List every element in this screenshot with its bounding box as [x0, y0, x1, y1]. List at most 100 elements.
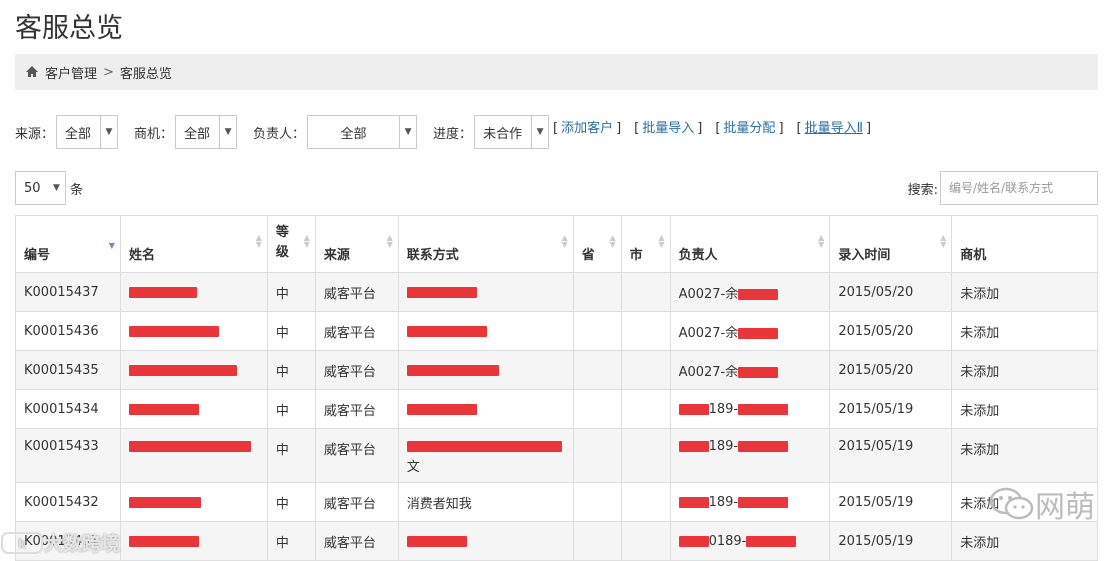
column-header[interactable]: 录入时间 ▲ ▼	[829, 215, 953, 273]
cell-source: 威客平台	[314, 350, 399, 390]
redacted-owner-name	[738, 366, 779, 378]
column-header[interactable]: 省 ▲ ▼	[572, 215, 622, 273]
column-header-label: 等级	[275, 225, 289, 260]
cell-contact	[397, 272, 574, 312]
batch-assign-link[interactable]: 批量分配	[723, 121, 775, 136]
search-label: 搜索:	[907, 182, 938, 198]
table-row[interactable]: K00015437 中威客平台 A0027-余 2015/05/20 未添加	[15, 272, 1098, 312]
table-row[interactable]: K00015433 中威客平台文 189- 2015/05/19 未添加	[15, 428, 1098, 483]
cell-city	[620, 272, 671, 312]
progress-filter-label: 进度：	[433, 126, 473, 142]
cell-owner: 189-	[669, 428, 831, 483]
cell-name	[119, 389, 268, 429]
chevron-down-icon: ▼	[219, 116, 236, 148]
cell-owner: 189-	[669, 482, 831, 522]
owner-select[interactable]: 全部 ▼	[307, 115, 418, 149]
column-header-label: 录入时间	[838, 248, 891, 263]
column-header-label: 省	[581, 248, 595, 263]
cell-id: K00015435	[15, 350, 121, 390]
redacted-owner-name	[746, 535, 797, 547]
add-customer-link[interactable]: 添加客户	[561, 121, 613, 136]
owner-filter-label: 负责人：	[253, 126, 306, 142]
opportunity-select-value: 全部	[184, 126, 211, 142]
breadcrumb-separator: >	[103, 64, 114, 80]
wechat-icon	[989, 487, 1034, 520]
chevron-down-icon: ▼	[53, 183, 60, 193]
chevron-down-icon: ▼	[531, 116, 548, 148]
cell-date: 2015/05/19	[829, 428, 953, 483]
source-select-value: 全部	[65, 126, 92, 142]
opportunity-select[interactable]: 全部 ▼	[175, 115, 238, 149]
cell-level: 中	[266, 428, 316, 483]
table-row[interactable]: K00015435 中威客平台 A0027-余 2015/05/20 未添加	[15, 350, 1098, 390]
batch-import-link[interactable]: 批量导入	[642, 121, 694, 136]
redacted-owner-prefix	[678, 441, 709, 452]
home-icon[interactable]	[25, 65, 39, 79]
column-header[interactable]: 联系方式 ▲ ▼	[397, 215, 574, 273]
redacted-contact	[406, 325, 487, 337]
table-row[interactable]: K00015434 中威客平台 189- 2015/05/19 未添加	[15, 389, 1098, 429]
owner-text: 189-	[708, 439, 739, 454]
redacted-owner-prefix	[678, 403, 709, 415]
action-links: [添加客户] [批量导入] [批量分配] [批量导入Ⅱ]	[553, 117, 884, 136]
column-header[interactable]: 市 ▲ ▼	[620, 215, 671, 273]
breadcrumb-item-customers[interactable]: 客户管理	[45, 63, 97, 82]
owner-text: A0027-余	[678, 364, 739, 380]
cell-date: 2015/05/19	[829, 482, 953, 522]
cell-name	[119, 482, 268, 522]
column-header[interactable]: 编号 ▼	[15, 215, 121, 273]
cell-province	[572, 311, 622, 351]
owner-text: A0027-余	[678, 325, 739, 341]
table-row[interactable]: K00015436 中威客平台 A0027-余 2015/05/20 未添加	[15, 311, 1098, 351]
cell-level: 中	[266, 521, 316, 561]
search-area: 搜索:	[908, 171, 1098, 205]
column-header[interactable]: 等级 ▲ ▼	[266, 215, 316, 273]
table-row[interactable]: K00015432 中威客平台 消费者知我 189- 2015/05/19 未添加	[15, 482, 1098, 522]
cell-id: K00015432	[15, 482, 121, 522]
breadcrumb: 客户管理 > 客服总览	[15, 54, 1098, 90]
cell-contact: 文	[397, 428, 574, 483]
cell-city	[620, 389, 671, 429]
cell-owner: A0027-余	[669, 272, 831, 312]
column-header-label: 姓名	[128, 248, 155, 263]
cell-source: 威客平台	[314, 521, 399, 561]
owner-text: A0027-余	[678, 286, 739, 302]
cell-date: 2015/05/20	[829, 311, 953, 351]
column-header[interactable]: 来源 ▲ ▼	[314, 215, 399, 273]
cell-source: 威客平台	[314, 272, 399, 312]
redacted-contact	[406, 286, 477, 298]
cell-source: 威客平台	[314, 389, 399, 429]
cell-owner: A0027-余	[669, 311, 831, 351]
chevron-down-icon: ▼	[100, 116, 117, 148]
cell-id: K00015433	[15, 428, 121, 483]
brand-logo-icon: k	[1, 531, 43, 554]
source-select[interactable]: 全部 ▼	[56, 115, 119, 149]
page-size-value: 50	[24, 180, 41, 196]
column-header-label: 市	[629, 248, 643, 263]
cell-date: 2015/05/20	[829, 350, 953, 390]
sort-icon: ▲ ▼	[255, 233, 262, 249]
page-size-select[interactable]: 50 ▼	[15, 171, 66, 205]
watermark-right-text: 网萌	[1035, 490, 1095, 525]
batch-import-2-link[interactable]: 批量导入Ⅱ	[805, 121, 863, 136]
page-size-unit: 条	[70, 182, 84, 198]
cell-id: K00015434	[15, 389, 121, 429]
watermark-left-text: 大数跨境	[44, 533, 121, 555]
cell-opportunity: 未添加	[951, 428, 1098, 483]
cell-province	[572, 272, 622, 312]
column-header-label: 商机	[960, 248, 987, 263]
redacted-owner-name	[738, 288, 779, 300]
cell-name	[119, 311, 268, 351]
cell-city	[620, 521, 671, 561]
cell-province	[572, 350, 622, 390]
search-input[interactable]	[940, 171, 1098, 205]
column-header[interactable]: 姓名 ▲ ▼	[119, 215, 268, 273]
table-row[interactable]: K00015431 中威客平台 0189- 2015/05/19 未添加	[15, 521, 1098, 561]
cell-name	[119, 428, 268, 483]
redacted-contact	[406, 535, 467, 547]
progress-select[interactable]: 未合作 ▼	[474, 115, 550, 149]
filter-bar: 来源： 全部 ▼ 商机： 全部 ▼ 负责人： 全部 ▼ 进度： 未合作 ▼	[15, 115, 565, 149]
column-header: 商机	[951, 215, 1098, 273]
cell-owner: 0189-	[669, 521, 831, 561]
column-header[interactable]: 负责人 ▲ ▼	[669, 215, 831, 273]
